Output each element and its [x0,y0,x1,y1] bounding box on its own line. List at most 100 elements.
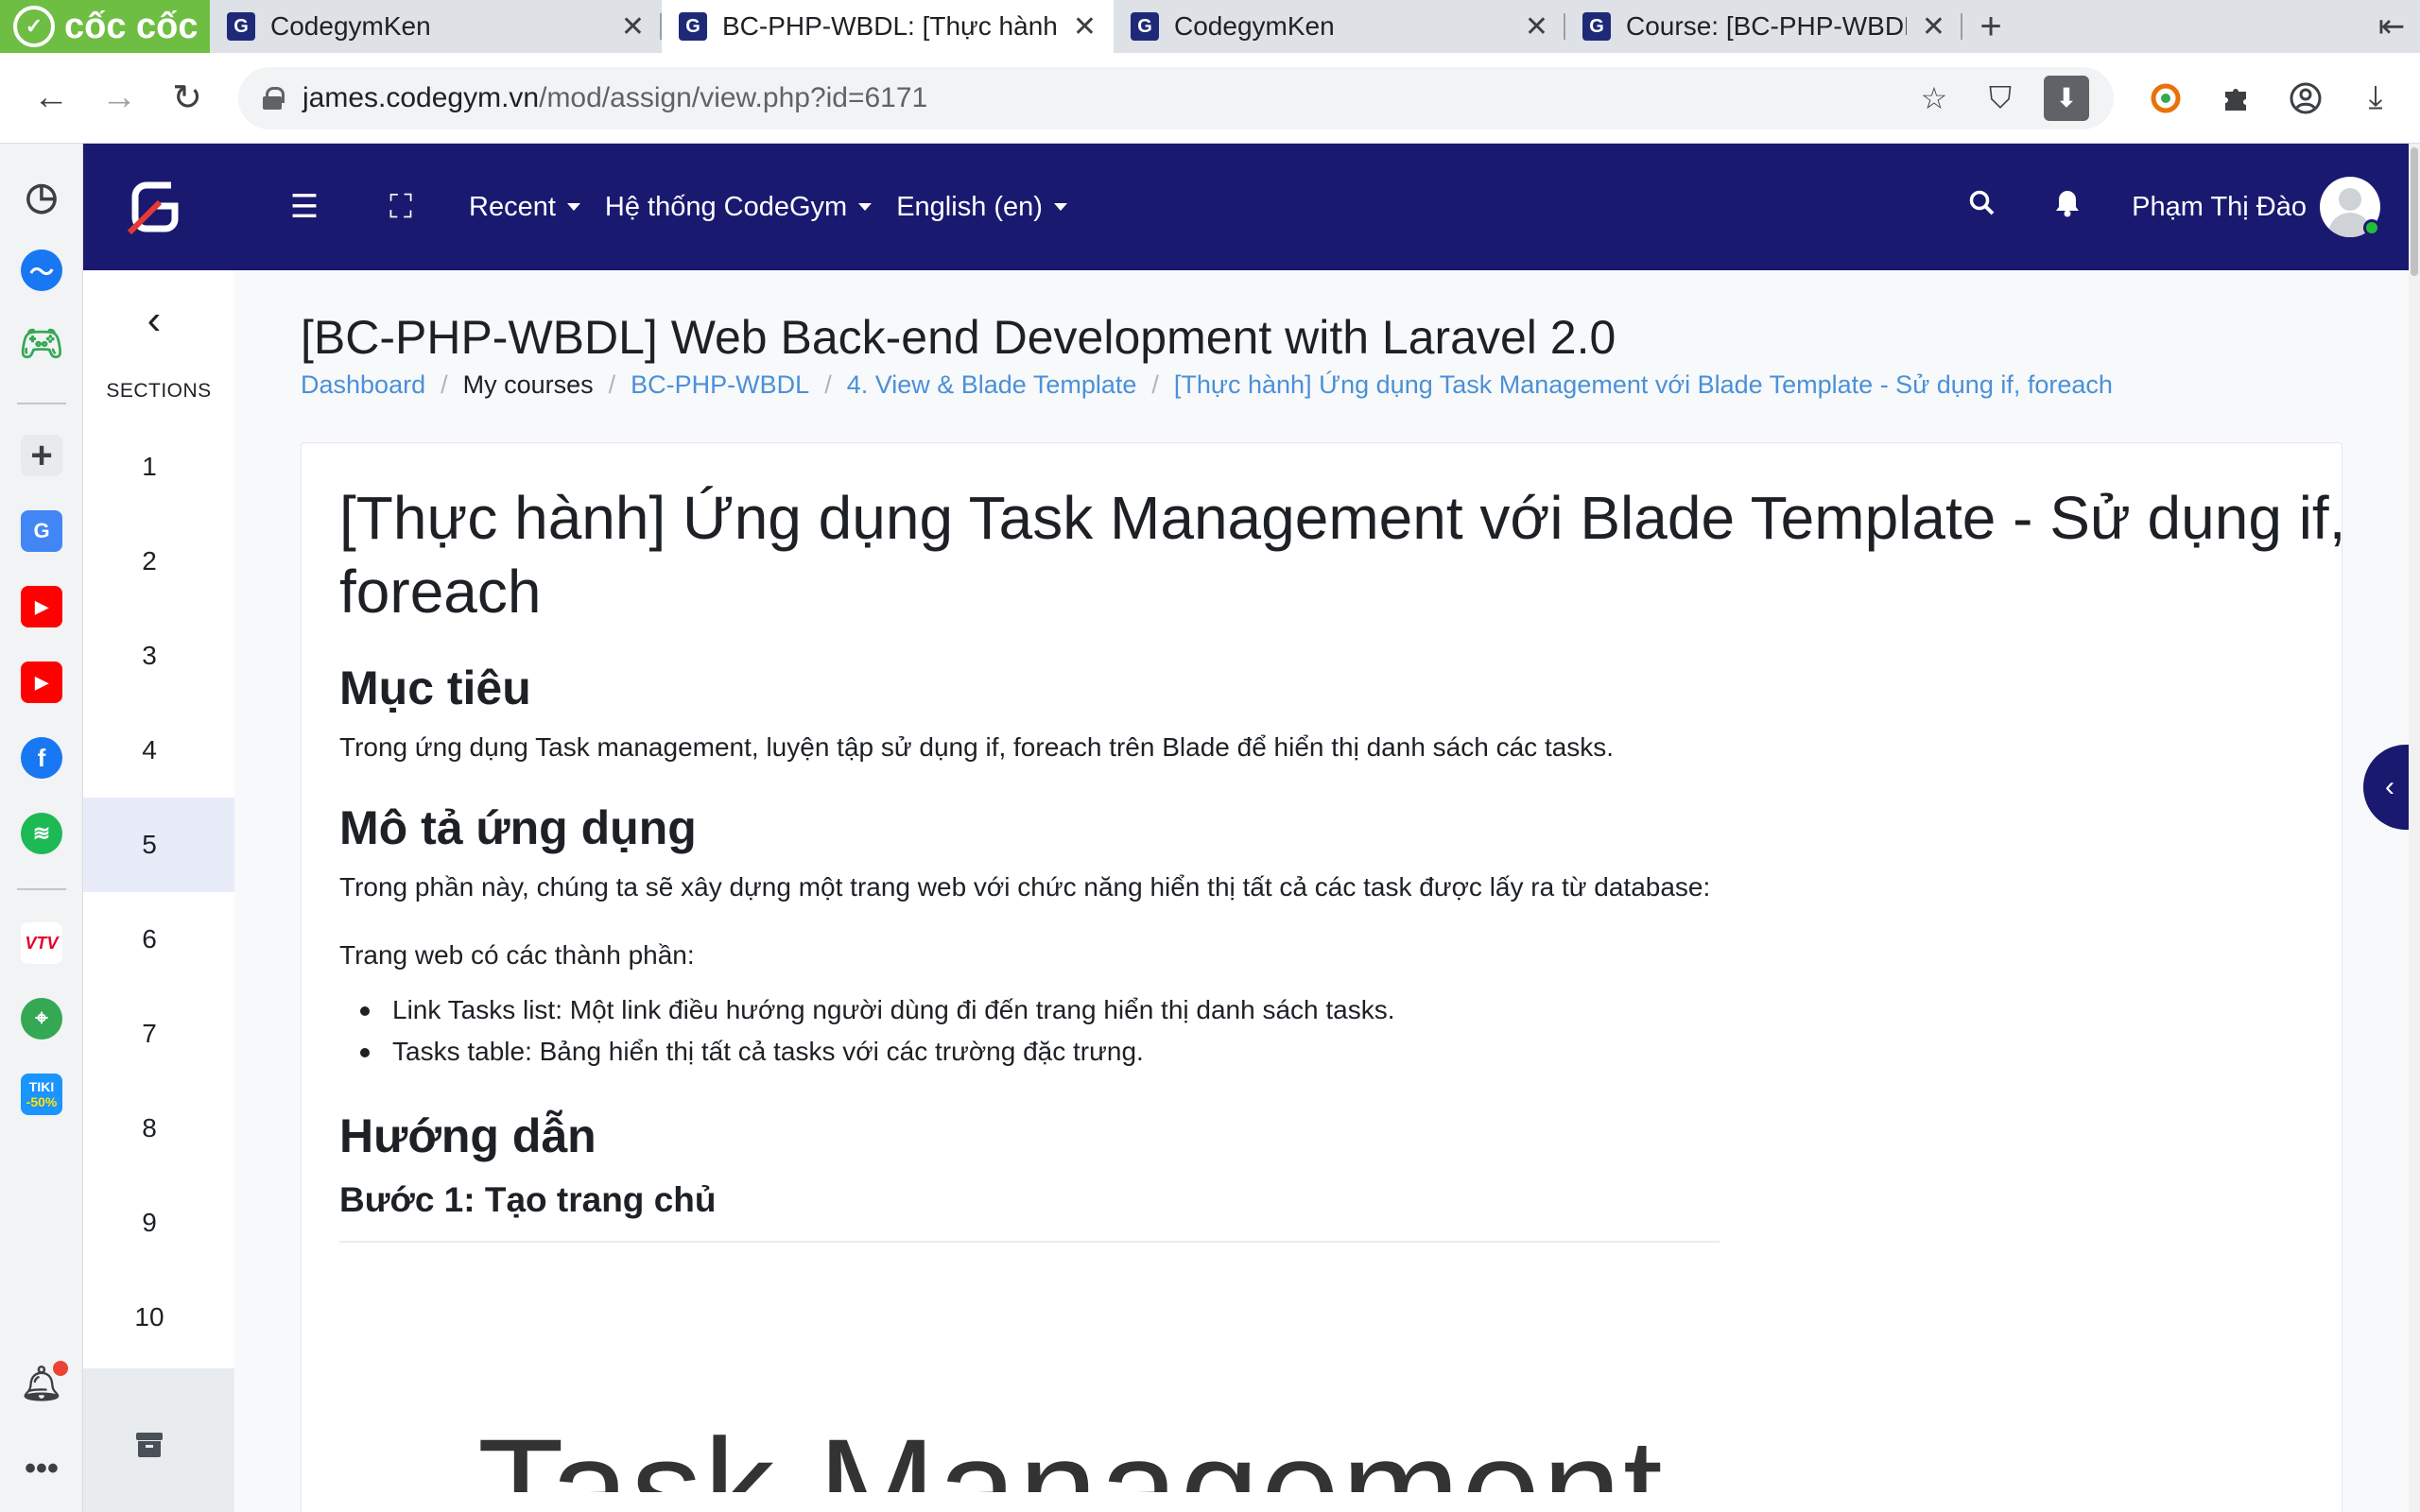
back-icon[interactable]: ← [17,64,85,132]
search-icon[interactable] [1962,189,2003,225]
codegym-system-menu[interactable]: Hệ thống CodeGym [604,191,873,223]
user-name[interactable]: Phạm Thị Đào [2132,192,2307,223]
puzzle-icon[interactable] [2204,67,2267,129]
recent-menu[interactable]: Recent [469,192,580,223]
tab-search-icon[interactable]: ⇤ [2363,0,2420,53]
download-icon[interactable]: ⤓ [2344,67,2407,129]
breadcrumb: Dashboard / My courses / BC-PHP-WBDL / 4… [301,370,2113,400]
url-host: james.codegym.vn [302,81,540,113]
codegym-favicon-icon: G [227,12,255,41]
activity-card: [Thực hành] Ứng dụng Task Management với… [301,442,2342,1512]
star-icon[interactable]: ☆ [1911,76,1957,121]
profile-icon[interactable] [2274,67,2337,129]
browser-toolbar: ← → ↻ james.codegym.vn/mod/assign/view.p… [0,53,2420,144]
tab-1[interactable]: G CodegymKen ✕ [210,0,662,53]
section-link-8[interactable]: 8 [83,1081,234,1176]
breadcrumb-my-courses: My courses [462,370,594,399]
activity-title-line-1: [Thực hành] Ứng dụng Task Management với… [339,484,2342,552]
dock-divider [17,403,66,404]
heading-description: Mô tả ứng dụng [339,801,697,854]
collapse-drawer-chevron-icon[interactable]: ‹ [130,297,178,344]
drawer-footer [83,1368,234,1512]
tab-3[interactable]: G CodegymKen ✕ [1114,0,1565,53]
heading-guide: Hướng dẫn [339,1109,596,1162]
activity-title-line-2: foreach [339,558,542,626]
codegym-logo-icon[interactable] [119,171,191,243]
archive-icon[interactable] [136,1433,163,1457]
reload-icon[interactable]: ↻ [153,64,221,132]
section-link-9[interactable]: 9 [83,1176,234,1270]
download-box-icon[interactable]: ⬇ [2044,75,2089,121]
breadcrumb-dashboard[interactable]: Dashboard [301,370,425,400]
forward-icon[interactable]: → [85,64,153,132]
list-item: Link Tasks list: Một link điều hướng ngư… [339,989,1395,1031]
language-menu[interactable]: English (en) [896,192,1067,223]
caret-down-icon [1053,203,1067,211]
breadcrumb-activity[interactable]: [Thực hành] Ứng dụng Task Management với… [1174,370,2113,400]
coccoc-brand[interactable]: ✓ cốc cốc [0,0,210,53]
history-icon[interactable]: ◷ [21,176,62,217]
paragraph-parts: Trang web có các thành phần: [339,940,695,970]
site-navbar: ☰ ⛶ Recent Hệ thống CodeGym English (en)… [83,144,2409,270]
shield-icon[interactable]: ⛉ [1978,76,2023,121]
translate-icon[interactable]: G [21,510,62,552]
coccoc-extension-icon[interactable] [2135,67,2197,129]
breadcrumb-course[interactable]: BC-PHP-WBDL [631,370,809,400]
section-link-10[interactable]: 10 [83,1270,234,1365]
tab-title: CodegymKen [1174,11,1335,41]
brand-name: cốc cốc [64,6,199,46]
components-list: Link Tasks list: Một link điều hướng ngư… [339,989,1395,1073]
section-link-6[interactable]: 6 [83,892,234,987]
course-title: [BC-PHP-WBDL] Web Back-end Development w… [301,311,1616,364]
tab-strip: ✓ cốc cốc G CodegymKen ✕ G BC-PHP-WBDL: … [0,0,2420,53]
online-status-dot [2363,219,2380,236]
dock-divider [17,888,66,890]
notification-bell-icon[interactable] [2047,189,2088,225]
system-label: Hệ thống CodeGym [604,191,848,222]
youtube-icon[interactable]: ▶ [21,662,62,703]
recent-label: Recent [469,191,556,222]
tab-2-active[interactable]: G BC-PHP-WBDL: [Thực hành] Ứng ✕ [662,0,1114,53]
facebook-icon[interactable]: f [21,737,62,779]
spotify-icon[interactable]: ≋ [21,813,62,854]
paragraph-goal: Trong ứng dụng Task management, luyện tậ… [339,732,1615,762]
hamburger-menu-icon[interactable]: ☰ [285,188,323,226]
section-link-1[interactable]: 1 [83,420,234,514]
list-item: Tasks table: Bảng hiển thị tất cả tasks … [339,1031,1395,1073]
codegym-favicon-icon: G [1582,12,1611,41]
close-icon[interactable]: ✕ [1922,10,1945,43]
fullscreen-icon[interactable]: ⛶ [382,189,420,226]
vtv-go-icon[interactable]: VTV [21,922,62,964]
notification-dot [53,1361,68,1376]
tab-4[interactable]: G Course: [BC-PHP-WBDL] Web ✕ [1565,0,1962,53]
section-link-2[interactable]: 2 [83,514,234,609]
tab-title: Course: [BC-PHP-WBDL] Web [1626,11,1907,41]
address-bar[interactable]: james.codegym.vn/mod/assign/view.php?id=… [238,66,2114,129]
breadcrumb-section[interactable]: 4. View & Blade Template [847,370,1137,400]
section-link-5-active[interactable]: 5 [83,798,234,892]
tab-title: CodegymKen [270,11,431,41]
language-label: English (en) [896,191,1043,222]
breadcrumb-separator: / [441,370,448,399]
figure-text: Task Management [477,1409,1665,1492]
add-icon[interactable]: + [21,435,62,476]
game-icon[interactable]: 🎮︎ [19,323,64,365]
section-link-4[interactable]: 4 [83,703,234,798]
section-link-3[interactable]: 3 [83,609,234,703]
page-content-area: [BC-PHP-WBDL] Web Back-end Development w… [234,270,2409,1512]
tiki-label: TIKI [28,1079,55,1094]
youtube-icon[interactable]: ▶ [21,586,62,627]
close-icon[interactable]: ✕ [1525,10,1548,43]
more-icon[interactable]: ••• [21,1448,62,1489]
tiki-icon[interactable]: TIKI -50% [21,1074,62,1115]
page-scrollbar[interactable] [2409,144,2420,1512]
breadcrumb-separator: / [824,370,832,399]
messenger-icon[interactable]: 〜 [21,249,62,291]
new-tab-button[interactable]: + [1962,0,2019,53]
close-icon[interactable]: ✕ [1073,10,1097,43]
close-icon[interactable]: ✕ [621,10,645,43]
lock-icon[interactable] [263,86,285,110]
maps-icon[interactable]: ⌖ [21,998,62,1040]
breadcrumb-separator: / [1151,370,1159,399]
section-link-7[interactable]: 7 [83,987,234,1081]
